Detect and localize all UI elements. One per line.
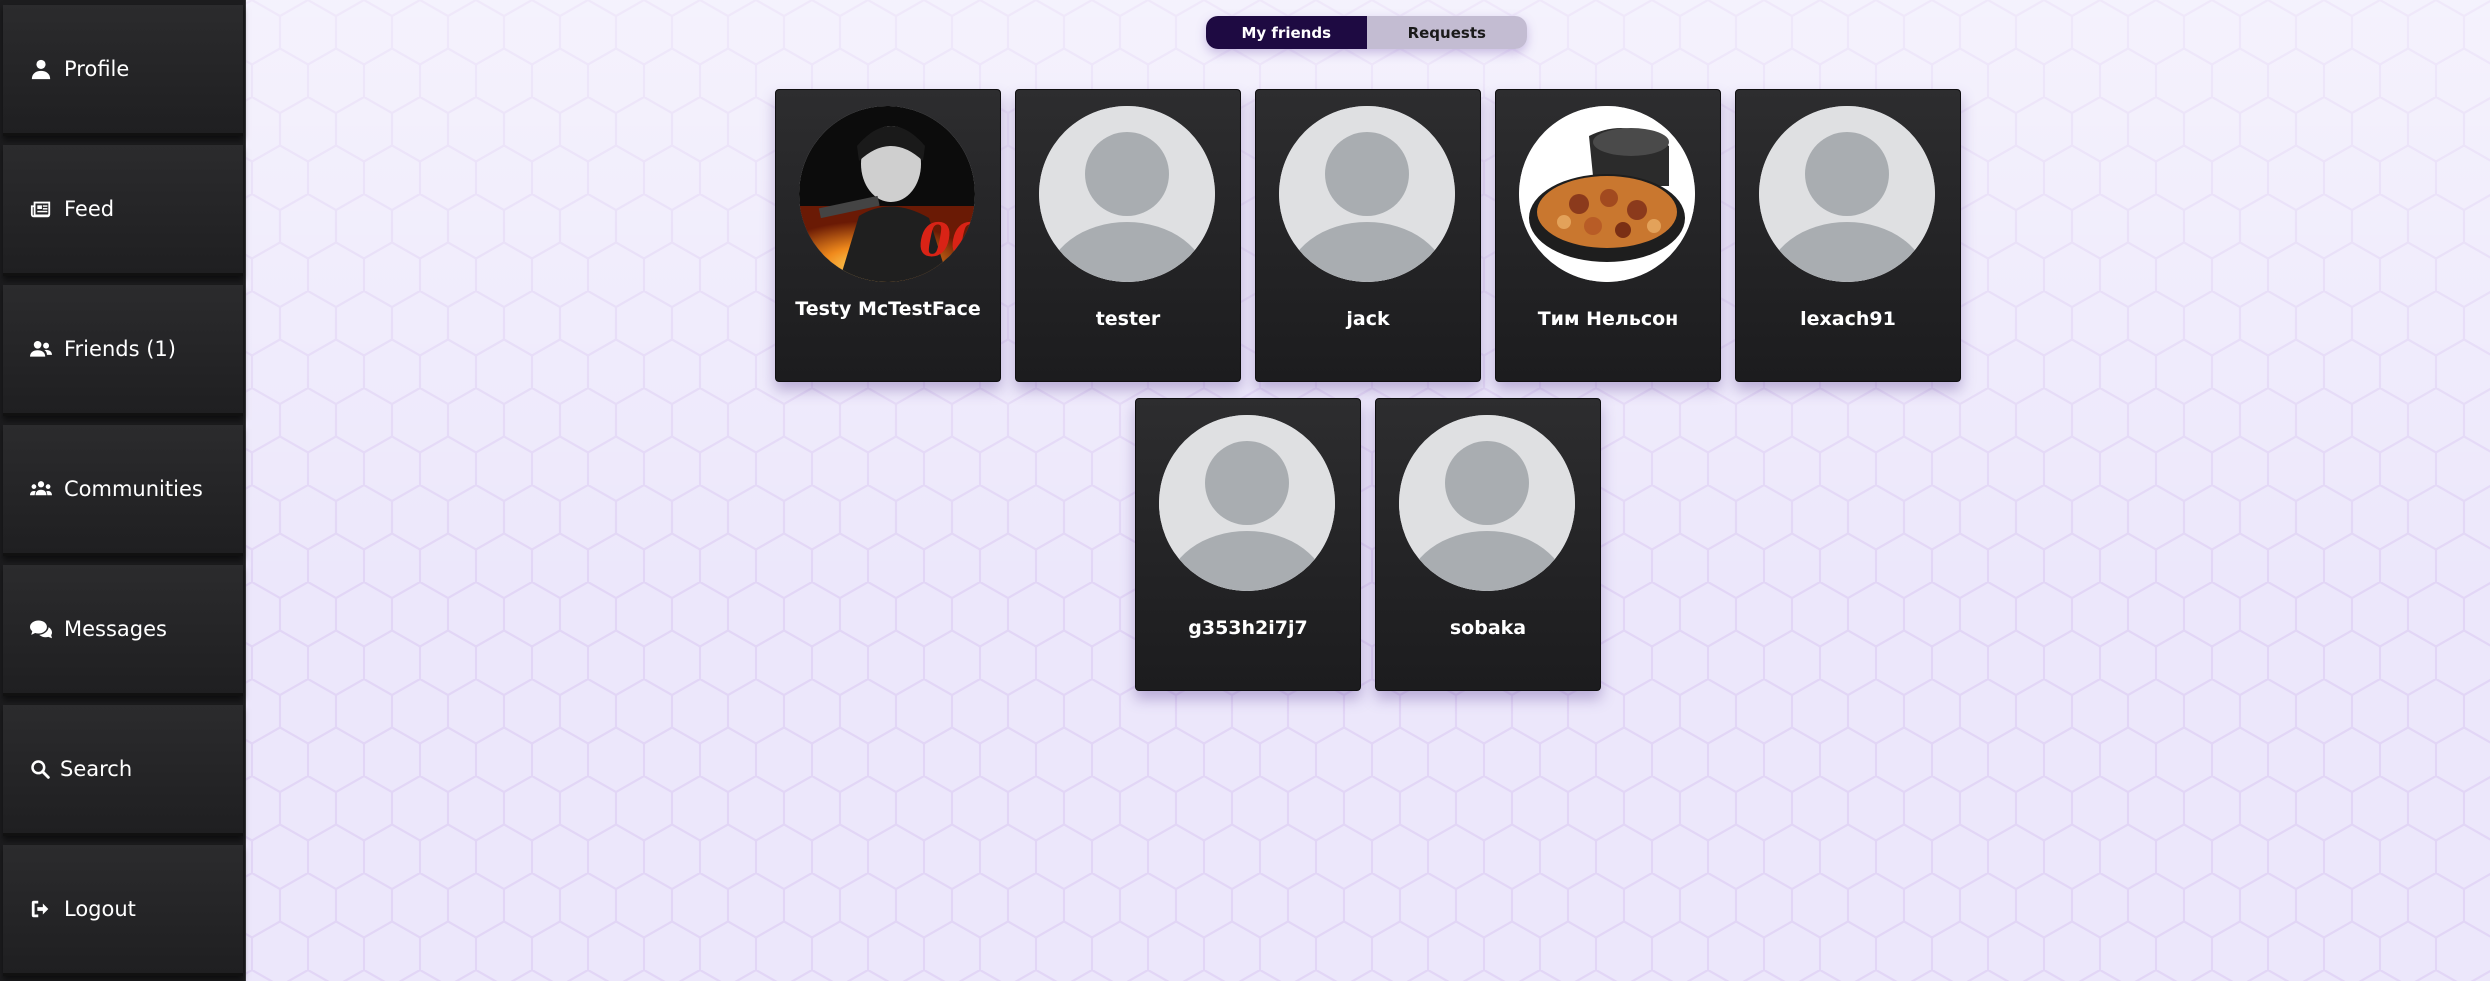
photo-007-avatar: 007 xyxy=(799,106,975,282)
default-avatar-icon xyxy=(1399,415,1575,591)
avatar xyxy=(1519,106,1695,282)
sidebar-item-feed[interactable]: Feed xyxy=(3,145,243,276)
tab-my-friends[interactable]: My friends xyxy=(1206,16,1367,49)
tab-requests[interactable]: Requests xyxy=(1366,16,1527,49)
logout-icon xyxy=(30,898,52,920)
sidebar-item-profile[interactable]: Profile xyxy=(3,5,243,136)
friend-name: Тим Нельсон xyxy=(1537,308,1679,330)
sidebar-item-logout[interactable]: Logout xyxy=(3,845,243,976)
svg-text:007: 007 xyxy=(919,213,975,267)
avatar: 007 xyxy=(799,106,975,282)
friend-name: jack xyxy=(1346,308,1390,330)
sidebar-item-label: Feed xyxy=(64,197,115,221)
search-icon xyxy=(30,758,50,780)
avatar xyxy=(1279,106,1455,282)
default-avatar-icon xyxy=(1759,106,1935,282)
avatar xyxy=(1759,106,1935,282)
friend-name: lexach91 xyxy=(1800,308,1896,330)
user-friends-icon xyxy=(30,338,52,360)
comments-icon xyxy=(30,618,52,640)
friend-card[interactable]: 007 Testy McTestFace xyxy=(775,89,1001,382)
friend-card[interactable]: jack xyxy=(1255,89,1481,382)
newspaper-icon xyxy=(30,198,52,220)
avatar xyxy=(1159,415,1335,591)
friend-name: sobaka xyxy=(1449,617,1527,639)
default-avatar-icon xyxy=(1039,106,1215,282)
friend-card[interactable]: Тим Нельсон xyxy=(1495,89,1721,382)
sidebar-item-messages[interactable]: Messages xyxy=(3,565,243,696)
friend-name: g353h2i7j7 xyxy=(1188,617,1308,639)
sidebar-item-communities[interactable]: Communities xyxy=(3,425,243,556)
friends-tabs: My friends Requests xyxy=(1206,16,1527,49)
friend-card[interactable]: lexach91 xyxy=(1735,89,1961,382)
user-icon xyxy=(30,58,52,80)
friend-name: Testy McTestFace xyxy=(795,298,981,320)
sidebar-item-label: Profile xyxy=(64,57,130,81)
users-icon xyxy=(30,478,52,500)
sidebar-item-friends[interactable]: Friends (1) xyxy=(3,285,243,416)
photo-pizza-oven-avatar xyxy=(1519,106,1695,282)
default-avatar-icon xyxy=(1279,106,1455,282)
friend-card[interactable]: sobaka xyxy=(1375,398,1601,691)
avatar xyxy=(1399,415,1575,591)
friend-name: tester xyxy=(1095,308,1161,330)
sidebar-item-label: Logout xyxy=(64,897,136,921)
friend-card[interactable]: g353h2i7j7 xyxy=(1135,398,1361,691)
sidebar-item-label: Communities xyxy=(64,477,203,501)
avatar xyxy=(1039,106,1215,282)
sidebar-item-label: Search xyxy=(60,757,133,781)
friend-card[interactable]: tester xyxy=(1015,89,1241,382)
default-avatar-icon xyxy=(1159,415,1335,591)
sidebar: Profile Feed Friends (1) Communities Mes… xyxy=(0,0,246,981)
sidebar-item-search[interactable]: Search xyxy=(3,705,243,836)
sidebar-item-label: Messages xyxy=(64,617,167,641)
sidebar-item-label: Friends (1) xyxy=(64,337,176,361)
